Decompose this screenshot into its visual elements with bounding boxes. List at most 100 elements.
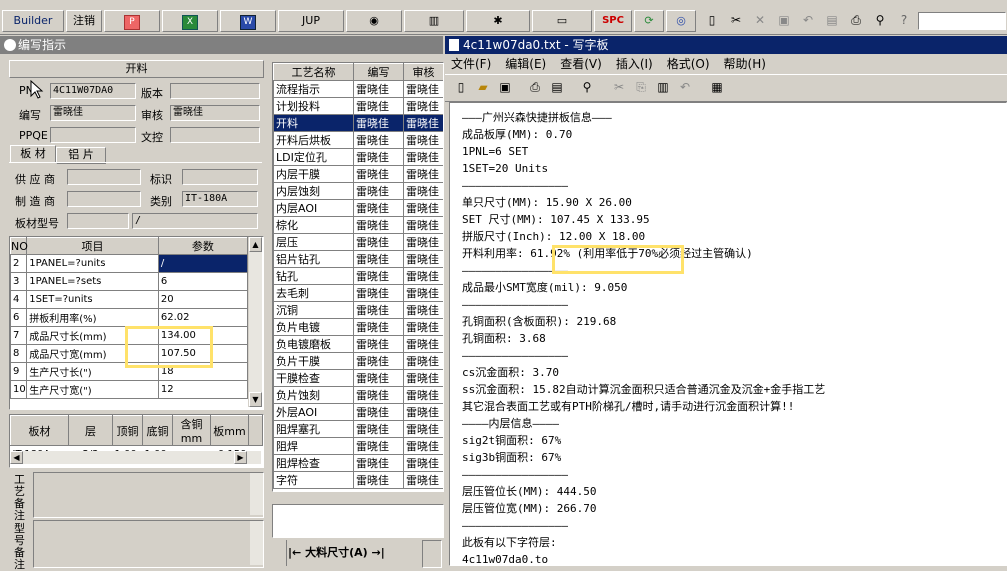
param-value[interactable]: 12 bbox=[157, 380, 249, 399]
print-file-icon[interactable]: ⎙ bbox=[525, 78, 545, 98]
doc-control-field[interactable] bbox=[170, 127, 260, 143]
scroll-down-icon[interactable]: ▼ bbox=[249, 392, 262, 407]
help-icon[interactable]: ? bbox=[894, 11, 914, 31]
open-folder-icon[interactable]: ▰ bbox=[473, 78, 493, 98]
model-remark-field[interactable] bbox=[33, 520, 264, 568]
writer-field[interactable]: 雷晓佳 bbox=[50, 105, 136, 121]
menu-file[interactable]: 文件(F) bbox=[451, 57, 491, 71]
ppqe-field[interactable] bbox=[50, 127, 136, 143]
save-icon[interactable]: ▣ bbox=[774, 11, 794, 31]
table-row[interactable]: 阻焊 雷晓佳 雷晓佳 bbox=[273, 437, 443, 455]
tab-board[interactable]: 板 材 bbox=[10, 145, 56, 163]
table-row[interactable]: 2 1PANEL=?units / bbox=[10, 254, 249, 273]
table-row[interactable]: 内层干膜 雷晓佳 雷晓佳 bbox=[273, 165, 443, 183]
table-row[interactable]: LDI定位孔 雷晓佳 雷晓佳 bbox=[273, 148, 443, 166]
param-value[interactable]: 20 bbox=[157, 290, 249, 309]
word-button[interactable]: W bbox=[220, 10, 276, 32]
param-value[interactable]: 62.02 bbox=[157, 308, 249, 327]
process-remark-field[interactable] bbox=[33, 472, 264, 518]
pn-field[interactable]: 4C11W07DA0 bbox=[50, 83, 136, 99]
tools-button[interactable]: ✱ bbox=[466, 10, 530, 32]
cut-icon[interactable]: ✂ bbox=[726, 11, 746, 31]
menu-insert[interactable]: 插入(I) bbox=[616, 57, 653, 71]
print-icon[interactable]: ⎙ bbox=[846, 11, 866, 31]
scroll-up-icon[interactable]: ▲ bbox=[249, 237, 262, 252]
table-row[interactable]: 钻孔 雷晓佳 雷晓佳 bbox=[273, 267, 443, 285]
model-remark-scrollbar[interactable] bbox=[250, 521, 263, 565]
table-row[interactable]: 阻焊塞孔 雷晓佳 雷晓佳 bbox=[273, 420, 443, 438]
table-row[interactable]: 负片蚀刻 雷晓佳 雷晓佳 bbox=[273, 386, 443, 404]
logout-button[interactable]: 注销 bbox=[66, 10, 102, 32]
computer-button[interactable]: ▭ bbox=[532, 10, 592, 32]
version-field[interactable] bbox=[170, 83, 260, 99]
layer-hscrollbar[interactable]: ◀ ▶ bbox=[10, 451, 261, 464]
size-field[interactable] bbox=[422, 540, 442, 568]
table-row[interactable]: 10 生产尺寸宽(") 12 bbox=[10, 380, 249, 399]
paste-icon[interactable]: ▥ bbox=[653, 78, 673, 98]
table-row[interactable]: 负电镀磨板 雷晓佳 雷晓佳 bbox=[273, 335, 443, 353]
wordpad-document[interactable]: ———广州兴森快捷拼板信息——— 成品板厚(MM): 0.70 1PNL=6 SET… bbox=[449, 102, 1007, 566]
board-model-field[interactable] bbox=[67, 213, 129, 229]
jup-button[interactable]: JUP bbox=[278, 10, 344, 32]
find-text-icon[interactable]: ⚲ bbox=[577, 78, 597, 98]
table-row[interactable]: 计划投料 雷晓佳 雷晓佳 bbox=[273, 97, 443, 115]
browser-button[interactable]: ◎ bbox=[666, 10, 696, 32]
database-button[interactable]: ▥ bbox=[404, 10, 464, 32]
param-value[interactable]: / bbox=[157, 254, 249, 273]
new-document-icon[interactable]: ▯ bbox=[702, 11, 722, 31]
cut-text-icon[interactable]: ✂ bbox=[609, 78, 629, 98]
delete-icon[interactable]: ✕ bbox=[750, 11, 770, 31]
board-model-value-field[interactable]: / bbox=[132, 213, 258, 229]
param-value[interactable]: 6 bbox=[157, 272, 249, 291]
table-row[interactable]: 负片电镀 雷晓佳 雷晓佳 bbox=[273, 318, 443, 336]
table-row[interactable]: 棕化 雷晓佳 雷晓佳 bbox=[273, 216, 443, 234]
table-row[interactable]: 负片干膜 雷晓佳 雷晓佳 bbox=[273, 352, 443, 370]
spc-button[interactable]: SPC bbox=[594, 10, 632, 32]
scroll-left-icon[interactable]: ◀ bbox=[10, 451, 23, 464]
mark-field[interactable] bbox=[182, 169, 258, 185]
new-file-icon[interactable]: ▯ bbox=[451, 78, 471, 98]
process-detail-field[interactable] bbox=[272, 504, 444, 538]
table-row[interactable]: 干膜检查 雷晓佳 雷晓佳 bbox=[273, 369, 443, 387]
table-row[interactable]: 铝片钻孔 雷晓佳 雷晓佳 bbox=[273, 250, 443, 268]
table-row[interactable]: 外层AOI 雷晓佳 雷晓佳 bbox=[273, 403, 443, 421]
supplier-field[interactable] bbox=[67, 169, 141, 185]
excel-button[interactable]: X bbox=[162, 10, 218, 32]
scroll-right-icon[interactable]: ▶ bbox=[234, 451, 247, 464]
powerpoint-button[interactable]: P bbox=[104, 10, 160, 32]
table-row[interactable]: 流程指示 雷晓佳 雷晓佳 bbox=[273, 80, 443, 98]
refresh-button[interactable]: ⟳ bbox=[634, 10, 664, 32]
menu-view[interactable]: 查看(V) bbox=[560, 57, 602, 71]
save-file-icon[interactable]: ▣ bbox=[495, 78, 515, 98]
undo-text-icon[interactable]: ↶ bbox=[675, 78, 695, 98]
find-icon[interactable]: ⚲ bbox=[870, 11, 890, 31]
table-row[interactable]: 阻焊检查 雷晓佳 雷晓佳 bbox=[273, 454, 443, 472]
menu-format[interactable]: 格式(O) bbox=[667, 57, 710, 71]
reviewer-field[interactable]: 雷晓佳 bbox=[170, 105, 260, 121]
preview-icon[interactable]: ▤ bbox=[822, 11, 842, 31]
table-row[interactable]: 开料后烘板 雷晓佳 雷晓佳 bbox=[273, 131, 443, 149]
maker-field[interactable] bbox=[67, 191, 141, 207]
table-row[interactable]: 字符 雷晓佳 雷晓佳 bbox=[273, 471, 443, 489]
table-row[interactable]: 内层AOI 雷晓佳 雷晓佳 bbox=[273, 199, 443, 217]
table-row[interactable]: 6 拼板利用率(%) 62.02 bbox=[10, 308, 249, 327]
insert-date-icon[interactable]: ▦ bbox=[707, 78, 727, 98]
params-scrollbar[interactable]: ▲ ▼ bbox=[248, 237, 262, 407]
table-row[interactable]: 沉铜 雷晓佳 雷晓佳 bbox=[273, 301, 443, 319]
copy-icon[interactable]: ⎘ bbox=[631, 78, 651, 98]
view-button[interactable]: ◉ bbox=[346, 10, 402, 32]
table-row[interactable]: 内层蚀刻 雷晓佳 雷晓佳 bbox=[273, 182, 443, 200]
table-row[interactable]: 开料 雷晓佳 雷晓佳 bbox=[273, 114, 443, 132]
builder-button[interactable]: Builder bbox=[2, 10, 64, 32]
table-row[interactable]: 去毛刺 雷晓佳 雷晓佳 bbox=[273, 284, 443, 302]
menu-help[interactable]: 帮助(H) bbox=[724, 57, 766, 71]
print-preview-icon[interactable]: ▤ bbox=[547, 78, 567, 98]
table-row[interactable]: 层压 雷晓佳 雷晓佳 bbox=[273, 233, 443, 251]
table-row[interactable]: 4 1SET=?units 20 bbox=[10, 290, 249, 309]
table-row[interactable]: 3 1PANEL=?sets 6 bbox=[10, 272, 249, 291]
toolbar-search-field[interactable] bbox=[918, 12, 1006, 30]
undo-icon[interactable]: ↶ bbox=[798, 11, 818, 31]
remark-scrollbar[interactable] bbox=[250, 473, 263, 515]
category-field[interactable]: IT-180A bbox=[182, 191, 258, 207]
menu-edit[interactable]: 编辑(E) bbox=[505, 57, 546, 71]
